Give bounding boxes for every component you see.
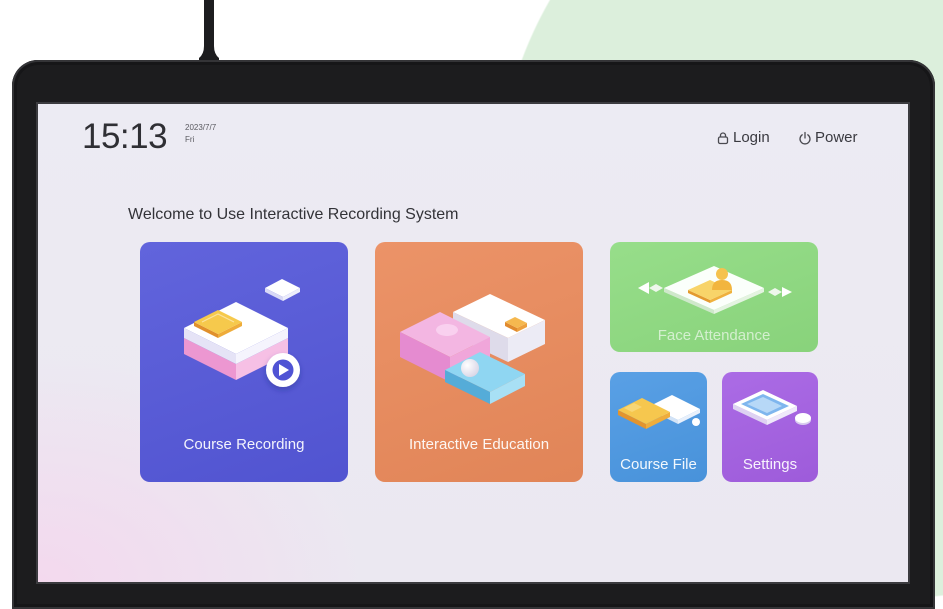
power-button[interactable]: Power (798, 129, 858, 147)
welcome-text: Welcome to Use Interactive Recording Sys… (128, 206, 459, 223)
course-file-tile[interactable]: Course File (610, 372, 707, 482)
power-icon (799, 131, 811, 145)
clock-date-block: 2023/7/7 Fri (185, 122, 216, 146)
settings-label: Settings (742, 456, 798, 473)
settings-tile[interactable]: Settings (722, 372, 818, 482)
right-arrow-icon (768, 287, 792, 297)
interactive-education-label: Interactive Education (408, 436, 550, 453)
login-button[interactable]: Login (716, 129, 770, 147)
clock-time: 15:13 (82, 117, 168, 156)
course-recording-label: Course Recording (183, 436, 305, 453)
settings-illustration (733, 390, 811, 425)
interactive-education-illustration (400, 294, 545, 404)
home-screen: 15:13 2023/7/7 Fri Login Power Welcome t… (38, 104, 908, 582)
clock-weekday: Fri (185, 135, 195, 144)
disk-icon (795, 413, 811, 425)
login-label: Login (733, 129, 770, 146)
course-file-illustration (618, 395, 700, 429)
face-attendance-label: Face Attendance (657, 327, 771, 344)
white-dot (692, 418, 700, 426)
face-attendance-tile[interactable]: Face Attendance (610, 242, 818, 352)
floating-cube (265, 279, 300, 301)
lock-icon (717, 132, 729, 145)
power-label: Power (815, 129, 858, 146)
interactive-education-tile[interactable]: Interactive Education (375, 242, 583, 482)
white-sphere (461, 359, 479, 377)
product-scene: 15:13 2023/7/7 Fri Login Power Welcome t… (0, 0, 943, 609)
course-recording-illustration (184, 279, 300, 387)
course-recording-tile[interactable]: Course Recording (140, 242, 348, 482)
device-bezel: 15:13 2023/7/7 Fri Login Power Welcome t… (12, 60, 935, 609)
course-file-label: Course File (620, 456, 697, 473)
face-attendance-illustration (638, 266, 792, 314)
left-arrow-icon (638, 282, 663, 294)
mount-pole (199, 0, 219, 62)
play-button-icon (266, 353, 300, 387)
clock-date: 2023/7/7 (185, 123, 217, 132)
